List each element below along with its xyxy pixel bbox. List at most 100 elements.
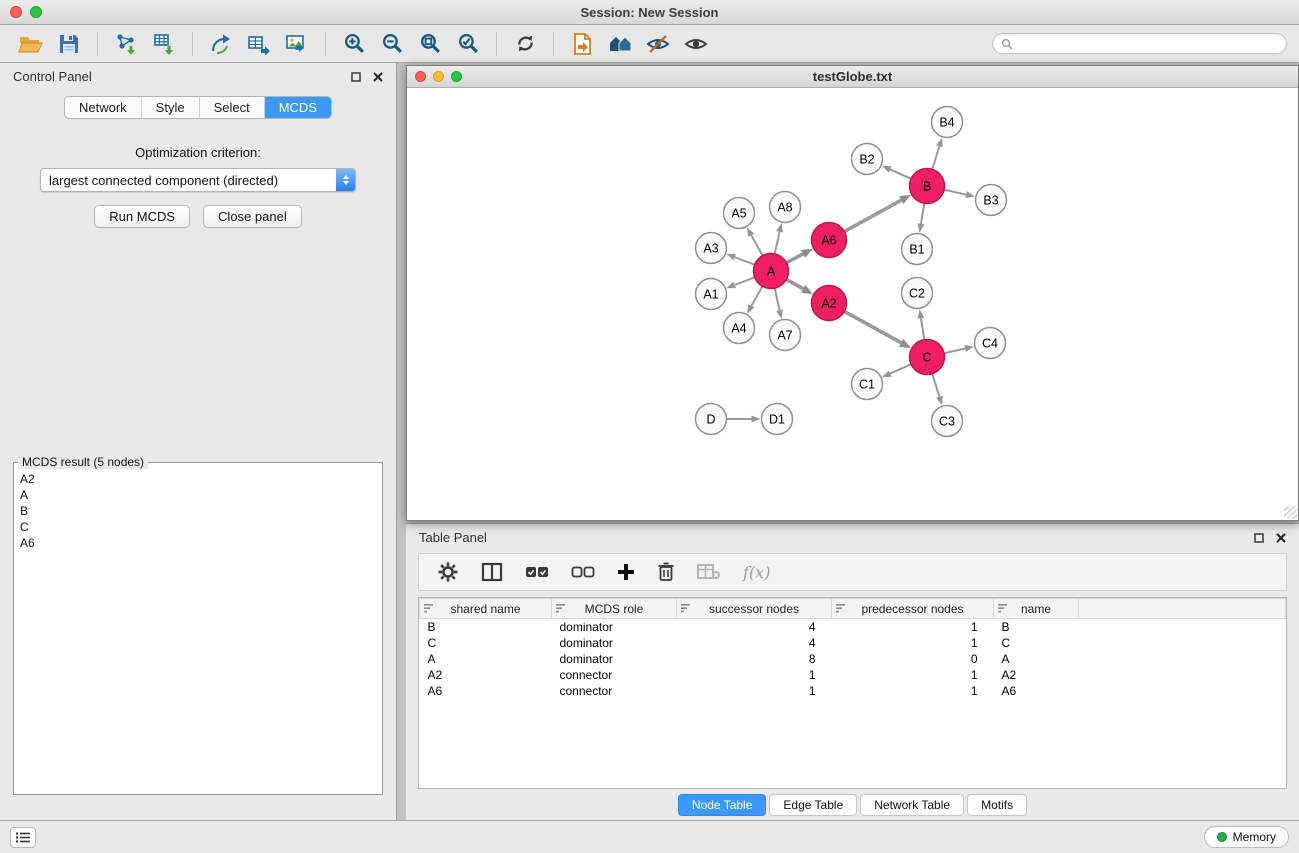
edge-C-C3[interactable] xyxy=(932,374,939,397)
tab-network[interactable]: Network xyxy=(65,97,141,118)
zoom-window-button[interactable] xyxy=(30,6,42,18)
edge-C-C4[interactable] xyxy=(944,349,965,354)
column-header-mcds-role[interactable]: MCDS role xyxy=(552,599,677,619)
open-session-button[interactable] xyxy=(12,29,50,59)
hide-graphics-details-button[interactable] xyxy=(639,29,677,59)
table-row[interactable]: Cdominator41C xyxy=(420,635,1286,651)
column-header-successor-nodes[interactable]: successor nodes xyxy=(677,599,832,619)
close-panel-icon[interactable] xyxy=(373,72,383,82)
node-A7[interactable]: A7 xyxy=(770,320,801,351)
node-C3[interactable]: C3 xyxy=(932,406,963,437)
import-table-button[interactable] xyxy=(145,29,183,59)
edge-A-A7[interactable] xyxy=(775,288,780,310)
run-mcds-button[interactable]: Run MCDS xyxy=(94,205,190,228)
node-A3[interactable]: A3 xyxy=(696,233,727,264)
node-A5[interactable]: A5 xyxy=(724,198,755,229)
table-row[interactable]: Bdominator41B xyxy=(420,619,1286,635)
optimization-criterion-select[interactable]: largest connected component (directed) xyxy=(40,168,356,192)
edge-A-A8[interactable] xyxy=(775,232,780,254)
node-C1[interactable]: C1 xyxy=(852,369,883,400)
node-B3[interactable]: B3 xyxy=(976,185,1007,216)
create-column-button[interactable] xyxy=(617,563,635,581)
edge-A-A4[interactable] xyxy=(751,286,762,306)
node-A6[interactable]: A6 xyxy=(812,223,847,258)
show-columns-button[interactable] xyxy=(481,562,503,582)
network-nodes[interactable]: B4B2BB3A5A8A6B1A3AC2A1A2A4A7CC4C1C3DD1 xyxy=(696,107,1007,437)
node-B2[interactable]: B2 xyxy=(852,144,883,175)
edge-A2-C[interactable] xyxy=(844,311,901,342)
home-view-button[interactable] xyxy=(601,29,639,59)
zoom-in-button[interactable] xyxy=(335,29,373,59)
column-header-shared-name[interactable]: shared name xyxy=(420,599,552,619)
table-row[interactable]: Adominator80A xyxy=(420,651,1286,667)
node-D1[interactable]: D1 xyxy=(762,404,793,435)
edge-B-B1[interactable] xyxy=(921,203,924,224)
node-C2[interactable]: C2 xyxy=(902,278,933,309)
edge-A-A2[interactable] xyxy=(786,279,803,288)
zoom-out-button[interactable] xyxy=(373,29,411,59)
deselect-all-button[interactable] xyxy=(571,563,595,581)
tab-style[interactable]: Style xyxy=(141,97,199,118)
export-table-button[interactable] xyxy=(240,29,278,59)
table-tab-edge-table[interactable]: Edge Table xyxy=(769,794,857,816)
show-panels-button[interactable] xyxy=(10,827,36,848)
import-document-button[interactable] xyxy=(563,29,601,59)
node-D[interactable]: D xyxy=(696,404,727,435)
select-all-button[interactable] xyxy=(525,563,549,581)
float-table-panel-icon[interactable] xyxy=(1254,533,1264,543)
edge-B-B2[interactable] xyxy=(890,169,911,178)
zoom-network-window-button[interactable] xyxy=(451,71,462,82)
import-network-button[interactable] xyxy=(107,29,145,59)
node-C4[interactable]: C4 xyxy=(975,328,1006,359)
table-tab-node-table[interactable]: Node Table xyxy=(678,794,767,816)
window-resize-grip[interactable] xyxy=(1284,506,1297,519)
network-canvas[interactable]: B4B2BB3A5A8A6B1A3AC2A1A2A4A7CC4C1C3DD1 xyxy=(407,88,1298,520)
table-row[interactable]: A2connector11A2 xyxy=(420,667,1286,683)
node-B[interactable]: B xyxy=(910,169,945,204)
column-header-name[interactable]: name xyxy=(994,599,1079,619)
tab-mcds[interactable]: MCDS xyxy=(264,97,331,118)
close-panel-button[interactable]: Close panel xyxy=(203,205,302,228)
node-B1[interactable]: B1 xyxy=(902,234,933,265)
edge-B-B3[interactable] xyxy=(944,190,966,195)
mcds-result-item[interactable]: C xyxy=(14,519,382,535)
table-tab-motifs[interactable]: Motifs xyxy=(967,794,1027,816)
node-B4[interactable]: B4 xyxy=(932,107,963,138)
search-input[interactable] xyxy=(1018,37,1278,51)
delete-column-button[interactable] xyxy=(657,562,675,582)
zoom-selected-button[interactable] xyxy=(449,29,487,59)
edge-C-C2[interactable] xyxy=(921,318,924,340)
mcds-result-item[interactable]: A xyxy=(14,487,382,503)
network-graph[interactable]: B4B2BB3A5A8A6B1A3AC2A1A2A4A7CC4C1C3DD1 xyxy=(407,88,1298,520)
delete-table-button[interactable] xyxy=(697,563,721,581)
edge-A6-B[interactable] xyxy=(844,200,901,231)
edge-C-C1[interactable] xyxy=(890,364,911,373)
float-panel-icon[interactable] xyxy=(351,72,361,82)
zoom-fit-button[interactable] xyxy=(411,29,449,59)
save-session-button[interactable] xyxy=(50,29,88,59)
node-A8[interactable]: A8 xyxy=(770,192,801,223)
close-table-panel-icon[interactable] xyxy=(1276,533,1286,543)
node-A4[interactable]: A4 xyxy=(724,313,755,344)
mcds-result-item[interactable]: A6 xyxy=(14,535,382,551)
column-header-predecessor-nodes[interactable]: predecessor nodes xyxy=(832,599,994,619)
close-window-button[interactable] xyxy=(10,6,22,18)
table-row[interactable]: A6connector11A6 xyxy=(420,683,1286,699)
node-A2[interactable]: A2 xyxy=(812,286,847,321)
node-C[interactable]: C xyxy=(910,340,945,375)
edge-A-A3[interactable] xyxy=(735,257,755,265)
show-graphics-details-button[interactable] xyxy=(677,29,715,59)
tab-select[interactable]: Select xyxy=(199,97,264,118)
export-image-button[interactable] xyxy=(278,29,316,59)
table-tab-network-table[interactable]: Network Table xyxy=(860,794,964,816)
node-A1[interactable]: A1 xyxy=(696,279,727,310)
export-network-button[interactable] xyxy=(202,29,240,59)
edge-A-A5[interactable] xyxy=(751,235,762,255)
refresh-view-button[interactable] xyxy=(506,29,544,59)
memory-button[interactable]: Memory xyxy=(1204,826,1289,848)
minimize-network-window-button[interactable] xyxy=(433,71,444,82)
edge-A-A6[interactable] xyxy=(786,254,803,263)
edge-B-B4[interactable] xyxy=(932,146,939,169)
function-builder-button[interactable]: f(x) xyxy=(743,563,770,582)
table-settings-button[interactable] xyxy=(437,561,459,583)
